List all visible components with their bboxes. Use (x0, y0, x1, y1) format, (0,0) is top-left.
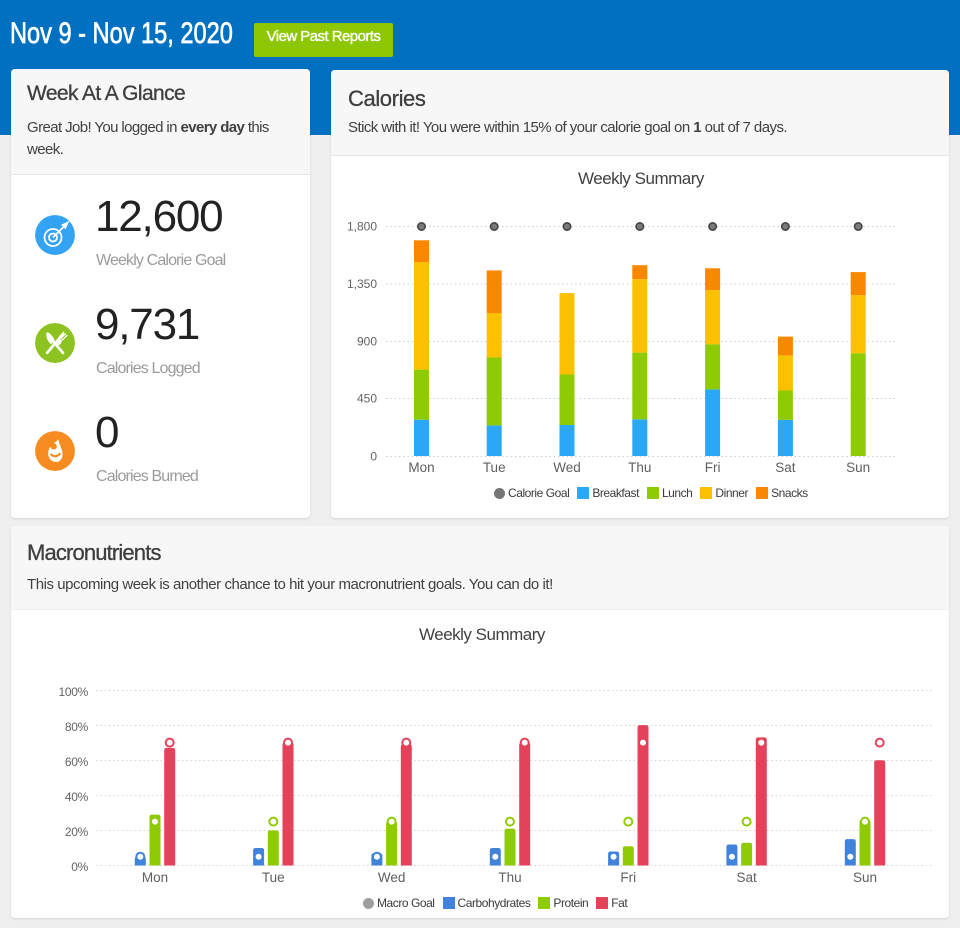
svg-text:40%: 40% (65, 790, 89, 804)
svg-text:Thu: Thu (498, 870, 521, 885)
svg-text:Sun: Sun (853, 870, 877, 885)
svg-text:0%: 0% (71, 860, 88, 874)
svg-text:Sun: Sun (846, 460, 870, 475)
svg-text:1,800: 1,800 (347, 220, 377, 234)
svg-text:20%: 20% (65, 825, 89, 839)
svg-text:Sat: Sat (775, 460, 796, 475)
svg-text:1,350: 1,350 (347, 277, 377, 291)
svg-text:0: 0 (370, 450, 377, 464)
svg-text:Fri: Fri (620, 870, 636, 885)
svg-text:60%: 60% (65, 755, 89, 769)
svg-text:Mon: Mon (142, 870, 168, 885)
svg-text:Thu: Thu (628, 460, 651, 475)
svg-text:Sat: Sat (736, 870, 757, 885)
svg-text:Wed: Wed (553, 460, 581, 475)
svg-text:100%: 100% (59, 685, 89, 699)
svg-text:80%: 80% (65, 720, 89, 734)
svg-text:Fri: Fri (705, 460, 721, 475)
svg-text:Tue: Tue (262, 870, 285, 885)
svg-text:Mon: Mon (408, 460, 434, 475)
svg-text:450: 450 (357, 392, 377, 406)
svg-text:900: 900 (357, 335, 377, 349)
svg-text:Wed: Wed (378, 870, 406, 885)
svg-text:Tue: Tue (483, 460, 506, 475)
